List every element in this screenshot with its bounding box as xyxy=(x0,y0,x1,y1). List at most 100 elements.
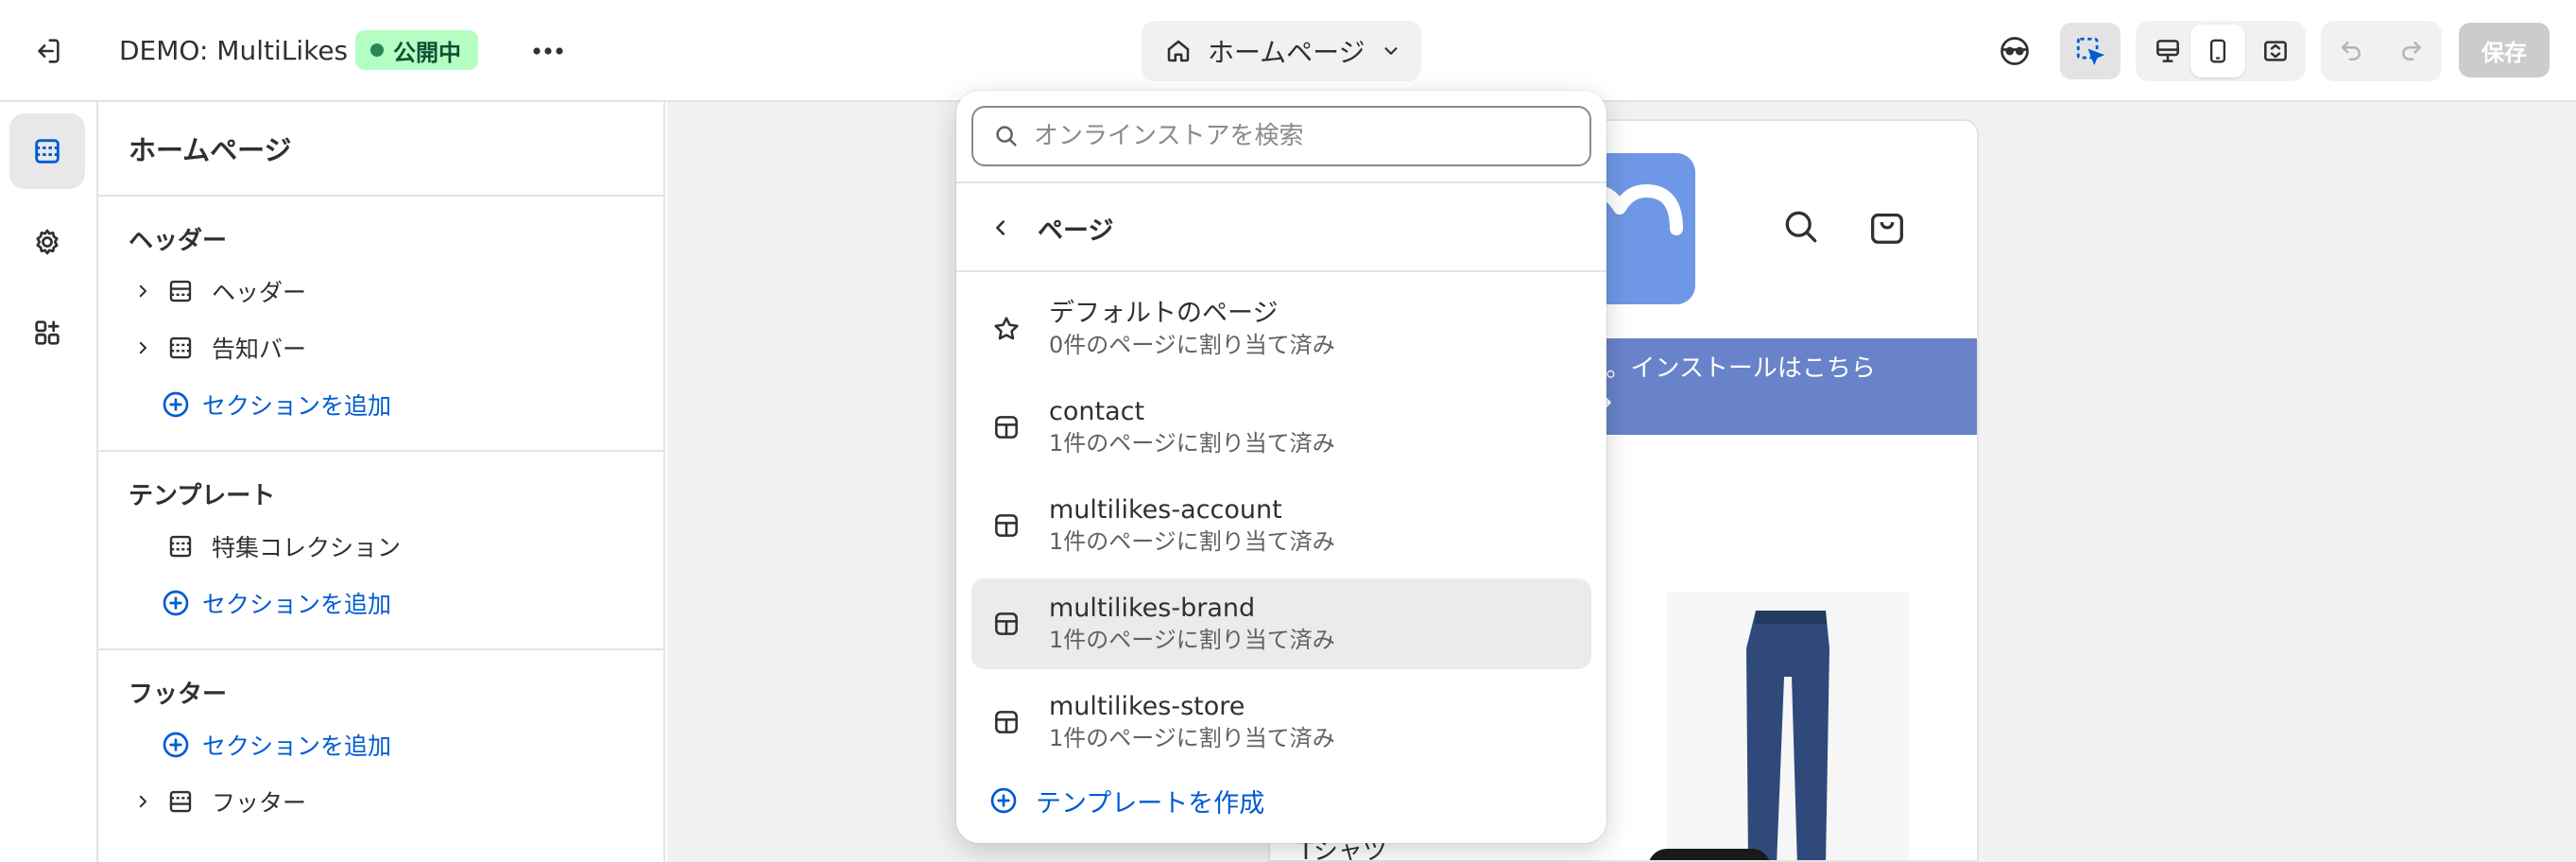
section-row-label: 告知バー xyxy=(212,336,307,363)
divider xyxy=(956,270,1606,272)
plus-circle-icon xyxy=(163,732,189,758)
sections-tab[interactable] xyxy=(9,113,85,189)
status-dot-icon xyxy=(370,43,384,57)
status-badge: 公開中 xyxy=(355,30,478,70)
page-selector-label: ホームページ xyxy=(1208,37,1365,68)
template-name: contact xyxy=(1049,397,1145,426)
top-bar: DEMO: MultiLikes 公開中 ホームページ 保存 xyxy=(0,0,2576,102)
desktop-icon xyxy=(2156,40,2179,62)
add-section-label: セクションを追加 xyxy=(202,591,392,618)
template-icon xyxy=(981,412,1032,442)
add-section-button-header[interactable]: セクションを追加 xyxy=(161,384,391,425)
template-item-multilikes-brand[interactable]: multilikes-brand 1件のページに割り当て済み xyxy=(971,578,1591,669)
add-section-label: セクションを追加 xyxy=(202,392,392,420)
add-section-button-template[interactable]: セクションを追加 xyxy=(161,582,391,624)
select-element-button[interactable] xyxy=(2060,23,2121,79)
section-row-label: ヘッダー xyxy=(212,279,307,306)
chevron-down-icon xyxy=(1384,47,1398,55)
template-item-default[interactable]: デフォルトのページ 0件のページに割り当て済み xyxy=(971,284,1591,374)
chevron-left-icon xyxy=(977,217,1024,238)
home-icon xyxy=(1167,40,1190,62)
template-assignment-count: 0件のページに割り当て済み xyxy=(1049,332,1335,358)
plus-circle-icon xyxy=(983,785,1024,816)
search-input[interactable] xyxy=(1034,122,1582,150)
accessibility-inspector-button[interactable] xyxy=(1984,23,2045,79)
full-width-view-button[interactable] xyxy=(2245,23,2306,79)
create-template-button[interactable]: テンプレートを作成 xyxy=(971,775,1264,826)
template-assignment-count: 1件のページに割り当て済み xyxy=(1049,528,1335,555)
banner-line-1: です。インストールはこちら xyxy=(1559,354,1876,383)
status-badge-label: 公開中 xyxy=(393,39,461,66)
sections-panel: ホームページ ヘッダー ヘッダー 告知バー セクションを追加 テンプレート 特集… xyxy=(98,102,665,862)
search-icon xyxy=(996,126,1017,147)
panel-title: ホームページ xyxy=(129,134,292,166)
store-name: DEMO: MultiLikes xyxy=(119,35,349,66)
plus-circle-icon xyxy=(163,590,189,616)
template-icon xyxy=(981,707,1032,737)
exit-icon xyxy=(38,39,60,63)
expand-vertical-icon xyxy=(2264,41,2287,61)
divider xyxy=(98,648,665,650)
gear-icon xyxy=(36,229,59,255)
section-group-title-header: ヘッダー xyxy=(129,227,228,255)
chevron-right-icon[interactable] xyxy=(129,793,157,810)
chevron-right-icon[interactable] xyxy=(129,283,157,300)
section-row-header[interactable]: ヘッダー xyxy=(129,270,306,312)
more-actions-button[interactable] xyxy=(525,28,571,74)
template-name: multilikes-brand xyxy=(1049,594,1256,623)
add-section-button-footer[interactable]: セクションを追加 xyxy=(161,724,391,766)
template-assignment-count: 1件のページに割り当て済み xyxy=(1049,725,1335,751)
template-item-multilikes-account[interactable]: multilikes-account 1件のページに割り当て済み xyxy=(971,480,1591,571)
header-layout-icon xyxy=(161,277,200,305)
redo-icon xyxy=(2402,42,2421,60)
divider xyxy=(98,195,665,197)
template-name: multilikes-account xyxy=(1049,495,1282,525)
search-field[interactable] xyxy=(971,106,1591,166)
section-row-featured-collection[interactable]: 特集コレクション xyxy=(129,526,401,567)
section-group-title-template: テンプレート xyxy=(129,482,276,510)
page-selector[interactable]: ホームページ xyxy=(1142,21,1421,81)
section-row-label: フッター xyxy=(212,789,307,817)
mask-icon xyxy=(2001,37,2029,65)
template-name: multilikes-store xyxy=(1049,692,1245,721)
section-row-footer[interactable]: フッター xyxy=(129,781,306,822)
template-name: デフォルトのページ xyxy=(1049,299,1279,328)
undo-button[interactable] xyxy=(2321,23,2381,79)
back-to-pages-button[interactable]: ページ xyxy=(971,197,1591,259)
mobile-view-button[interactable] xyxy=(2190,25,2245,78)
star-icon xyxy=(981,314,1032,344)
preview-search-icon xyxy=(1780,206,1822,251)
redo-button[interactable] xyxy=(2381,23,2442,79)
exit-button[interactable] xyxy=(25,28,70,74)
undo-icon xyxy=(2342,42,2361,60)
product-badge xyxy=(1648,849,1771,860)
plus-circle-icon xyxy=(163,391,189,418)
theme-settings-tab[interactable] xyxy=(9,204,85,280)
template-icon xyxy=(981,510,1032,541)
template-item-contact[interactable]: contact 1件のページに割り当て済み xyxy=(971,382,1591,473)
template-assignment-count: 1件のページに割り当て済み xyxy=(1049,627,1335,653)
more-horizontal-icon xyxy=(533,47,563,55)
sections-icon xyxy=(35,139,60,164)
create-template-label: テンプレートを作成 xyxy=(1036,788,1265,819)
announcement-bar-icon xyxy=(161,334,200,362)
section-row-announcement-bar[interactable]: 告知バー xyxy=(129,327,306,369)
save-button[interactable]: 保存 xyxy=(2459,23,2550,78)
template-item-multilikes-store[interactable]: multilikes-store 1件のページに割り当て済み xyxy=(971,677,1591,767)
mobile-icon xyxy=(2209,39,2226,63)
divider xyxy=(956,181,1606,183)
template-assignment-count: 1件のページに割り当て済み xyxy=(1049,430,1335,457)
desktop-view-button[interactable] xyxy=(2138,23,2198,79)
section-group-title-footer: フッター xyxy=(129,681,228,709)
apps-icon xyxy=(35,320,60,345)
footer-layout-icon xyxy=(161,787,200,816)
chevron-right-icon[interactable] xyxy=(129,339,157,356)
banner-line-2: ら → xyxy=(1559,386,1977,420)
featured-collection-icon xyxy=(161,532,200,560)
back-label: ページ xyxy=(1038,216,1114,246)
preview-cart-icon xyxy=(1865,204,1909,251)
left-rail xyxy=(0,102,98,862)
template-selector-popover: ページ デフォルトのページ 0件のページに割り当て済み contact 1件のペ… xyxy=(956,91,1606,843)
app-embeds-tab[interactable] xyxy=(9,295,85,371)
section-row-label: 特集コレクション xyxy=(212,534,402,561)
